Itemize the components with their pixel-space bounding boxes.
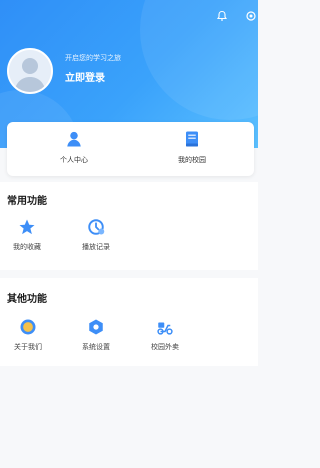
system-settings-label: 系统设置 [82,343,110,351]
avatar[interactable] [7,48,53,94]
campus-takeout-label: 校园外卖 [151,343,179,351]
my-campus-button[interactable]: 我的校园 [142,122,242,176]
settings-icon[interactable] [244,9,258,23]
about-us-label: 关于我们 [14,343,42,351]
login-link[interactable]: 立即登录 [65,69,105,84]
my-favorites-label: 我的收藏 [13,243,41,251]
about-icon [20,319,36,335]
my-favorites-button[interactable]: 我的收藏 [2,218,52,252]
play-history-button[interactable]: 播放记录 [71,218,121,252]
about-us-button[interactable]: 关于我们 [3,318,53,352]
other-functions-section: 其他功能 关于我们 系统设置 校园外卖 [0,278,258,366]
play-history-label: 播放记录 [82,243,110,251]
system-settings-button[interactable]: 系统设置 [71,318,121,352]
quick-access-card: 个人中心 我的校园 [7,122,254,176]
my-campus-label: 我的校园 [178,156,206,164]
book-icon [186,131,198,147]
person-icon [67,131,81,147]
other-functions-title: 其他功能 [7,294,47,305]
notification-bell-icon[interactable] [215,9,229,23]
hexagon-settings-icon [89,319,103,335]
campus-takeout-button[interactable]: 校园外卖 [140,318,190,352]
personal-center-button[interactable]: 个人中心 [24,122,124,176]
history-clock-icon [88,219,105,235]
star-icon [19,219,35,235]
delivery-scooter-icon [157,322,173,335]
avatar-placeholder-icon [9,50,51,92]
common-functions-section: 常用功能 我的收藏 播放记录 [0,182,258,270]
welcome-slogan: 开启您的学习之旅 [65,54,121,62]
personal-center-label: 个人中心 [60,156,88,164]
header-decor-circle [140,0,258,120]
common-functions-title: 常用功能 [7,196,47,207]
